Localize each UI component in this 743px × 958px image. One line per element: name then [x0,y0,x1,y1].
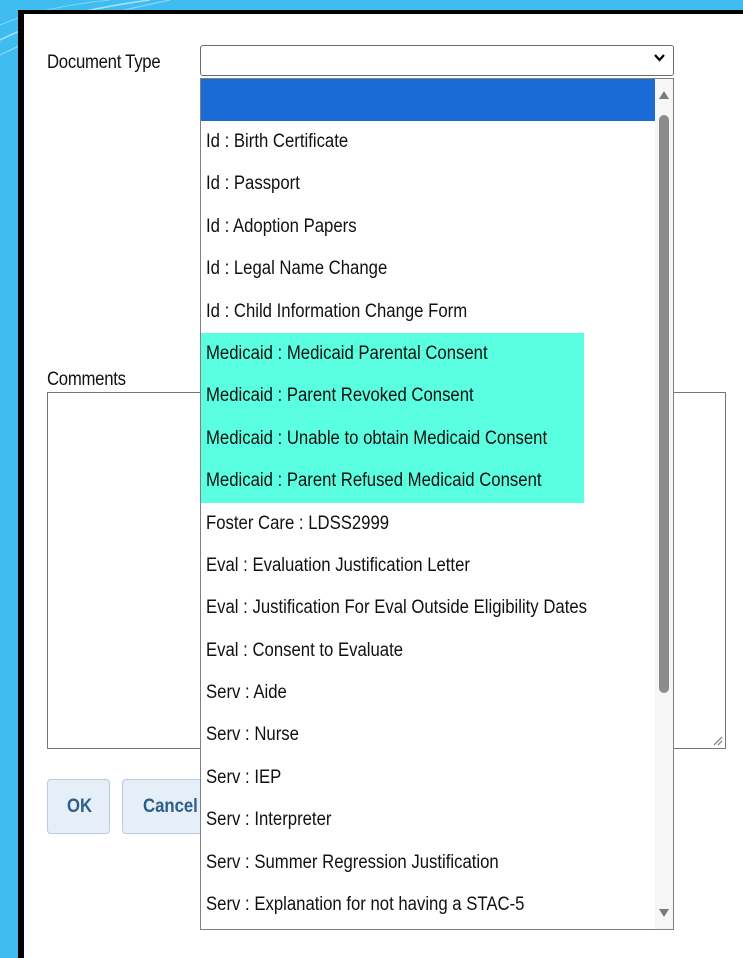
document-type-select[interactable] [200,45,674,76]
dropdown-option-label: Foster Care : LDSS2999 [206,512,390,534]
dropdown-option-label: Serv : Explanation for not having a STAC… [206,894,525,916]
dropdown-option-label: Id : Child Information Change Form [206,300,468,322]
document-type-label: Document Type [47,52,161,73]
dropdown-option[interactable]: Medicaid : Unable to obtain Medicaid Con… [201,417,584,461]
dropdown-option[interactable]: Serv : Interpreter [201,799,656,841]
dropdown-option-label: Id : Legal Name Change [206,258,388,280]
dropdown-option-label: Medicaid : Parent Refused Medicaid Conse… [206,470,542,492]
dropdown-option-label: Serv : Nurse [206,724,299,746]
dropdown-option-label: Serv : IEP [206,766,282,788]
dropdown-option-label: Serv : Aide [206,682,287,704]
cancel-button-label: Cancel [143,795,198,817]
dropdown-option-label: Eval : Justification For Eval Outside El… [206,597,587,619]
dropdown-option[interactable]: Serv : IEP [201,757,656,799]
dropdown-option[interactable]: Eval : Evaluation Justification Letter [201,545,656,587]
dropdown-option[interactable]: Foster Care : LDSS2999 [201,503,656,545]
dropdown-option-label: Id : Birth Certificate [206,131,349,152]
dropdown-option[interactable]: Medicaid : Parent Revoked Consent [201,375,584,418]
dropdown-option-label: Medicaid : Parent Revoked Consent [206,385,474,407]
dropdown-options: Id : Birth Certificate Id : Passport Id : … [201,79,656,926]
dropdown-option[interactable]: Eval : Justification For Eval Outside El… [201,587,656,629]
dropdown-option-label: Medicaid : Medicaid Parental Consent [206,342,488,364]
dropdown-option[interactable]: Medicaid : Parent Refused Medicaid Conse… [201,460,584,503]
dropdown-option-label: Serv : Summer Regression Justification [206,851,499,873]
dropdown-option[interactable]: Serv : Aide [201,672,656,714]
dropdown-scrollbar[interactable] [655,79,673,929]
dropdown-option-label: Eval : Evaluation Justification Letter [206,554,470,576]
dropdown-option[interactable] [201,79,656,121]
dropdown-option-label: Eval : Consent to Evaluate [206,639,404,661]
dropdown-option-label: Serv : Interpreter [206,809,332,831]
dropdown-option-label: Medicaid : Unable to obtain Medicaid Con… [206,427,548,449]
chevron-down-icon [654,54,665,62]
dropdown-option[interactable]: Serv : Summer Regression Justification [201,842,656,884]
dropdown-option[interactable]: Id : Adoption Papers [201,206,656,248]
dropdown-option[interactable]: Id : Child Information Change Form [201,291,656,333]
scroll-down-arrow-icon[interactable] [659,909,669,917]
dropdown-option-label: Id : Adoption Papers [206,215,357,237]
dropdown-option[interactable]: Id : Passport [201,163,656,205]
ok-button[interactable]: OK [47,779,110,834]
dropdown-option[interactable]: Serv : Explanation for not having a STAC… [201,884,656,926]
scrollbar-thumb[interactable] [659,115,669,693]
dropdown-option[interactable]: Id : Legal Name Change [201,248,656,290]
dropdown-option[interactable]: Id : Birth Certificate [201,121,656,163]
comments-label: Comments [47,369,126,390]
dropdown-option-label: Id : Passport [206,173,300,195]
document-type-dropdown-list[interactable]: Id : Birth Certificate Id : Passport Id : … [200,78,674,930]
ok-button-label: OK [67,795,93,817]
dropdown-option[interactable]: Eval : Consent to Evaluate [201,630,656,672]
dropdown-option[interactable]: Serv : Nurse [201,714,656,756]
dropdown-option[interactable]: Medicaid : Medicaid Parental Consent [201,332,584,376]
scroll-up-arrow-icon[interactable] [659,91,669,99]
resize-grip-icon[interactable] [711,734,723,746]
